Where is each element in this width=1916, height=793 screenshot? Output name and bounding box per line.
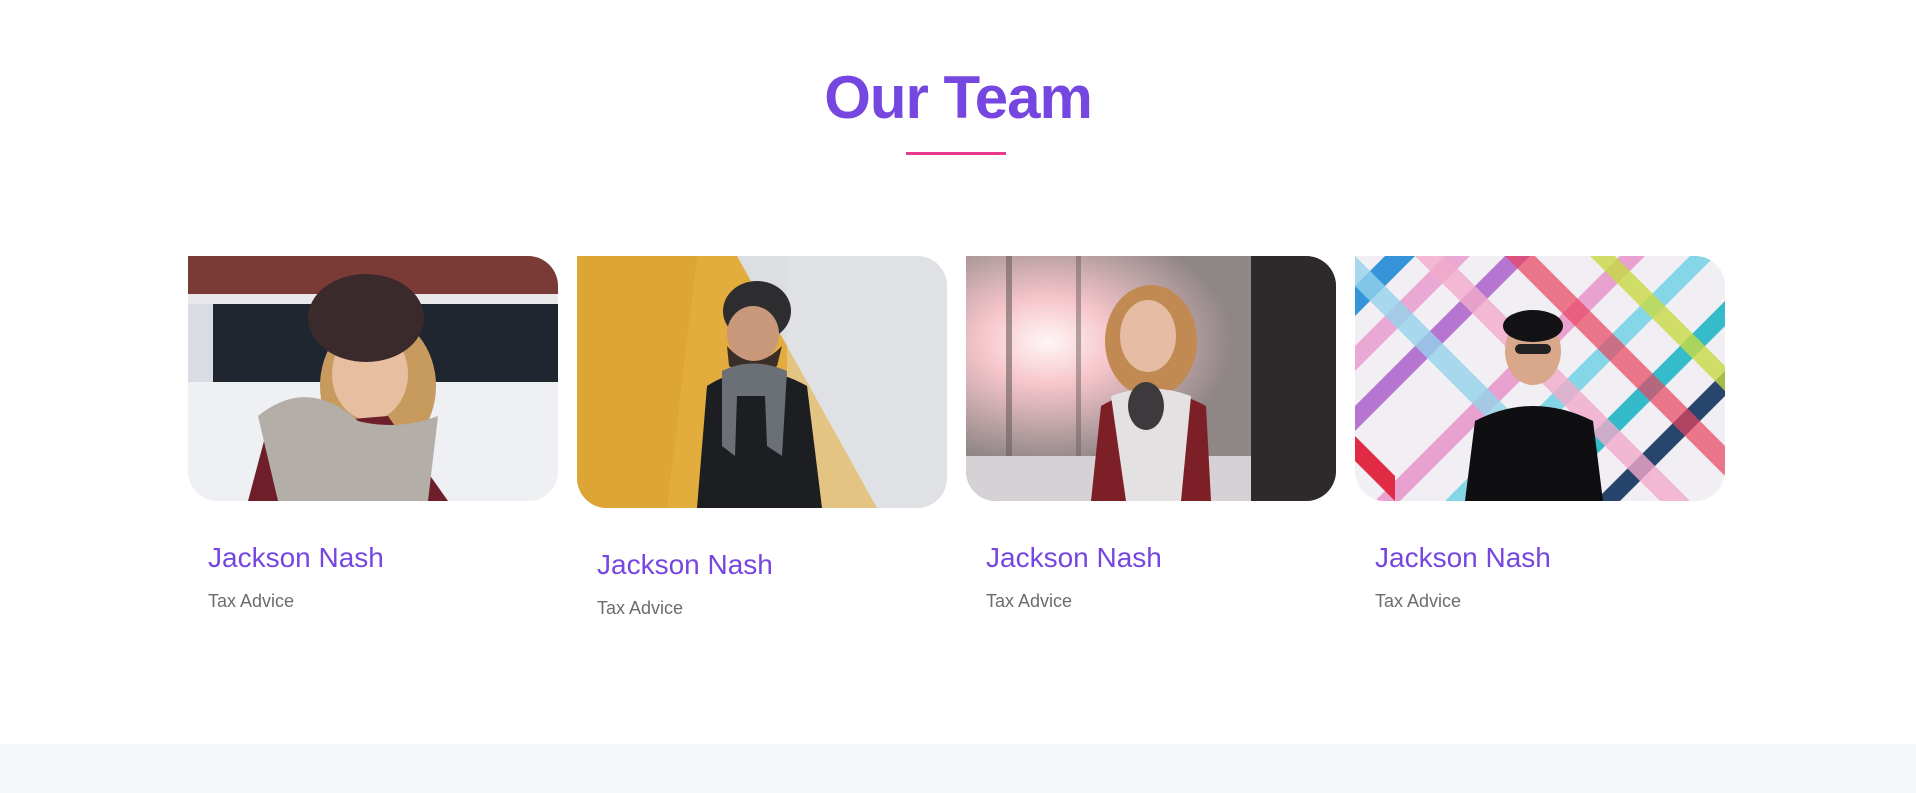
team-member-photo	[577, 256, 947, 508]
team-member-name[interactable]: Jackson Nash	[966, 541, 1336, 575]
footer-background-strip	[0, 744, 1916, 793]
team-member-card[interactable]: Jackson Nash Tax Advice	[577, 256, 947, 620]
team-member-name[interactable]: Jackson Nash	[188, 541, 558, 575]
team-member-photo	[966, 256, 1336, 501]
team-member-name[interactable]: Jackson Nash	[1355, 541, 1725, 575]
team-member-role: Tax Advice	[597, 598, 684, 618]
team-member-role: Tax Advice	[208, 591, 295, 611]
team-member-photo	[188, 256, 558, 501]
team-member-name[interactable]: Jackson Nash	[577, 548, 947, 582]
team-member-card[interactable]: Jackson Nash Tax Advice	[188, 256, 558, 613]
title-underline	[906, 152, 1006, 155]
team-member-role: Tax Advice	[1375, 591, 1462, 611]
team-member-photo	[1355, 256, 1725, 501]
team-member-role: Tax Advice	[986, 591, 1073, 611]
section-title: Our Team	[824, 64, 1093, 131]
team-member-card[interactable]: Jackson Nash Tax Advice	[1355, 256, 1725, 613]
team-member-card[interactable]: Jackson Nash Tax Advice	[966, 256, 1336, 613]
